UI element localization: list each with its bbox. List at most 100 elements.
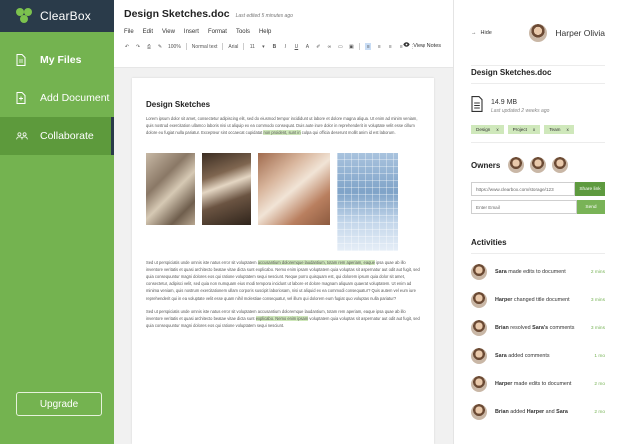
upgrade-button[interactable]: Upgrade [16,392,102,416]
last-edited-text: Last edited 5 minutes ago [235,13,293,19]
sketch-image[interactable] [146,152,195,225]
avatar[interactable] [552,157,569,173]
list-item[interactable]: Sara made edits to document 2 mins [471,264,605,280]
avatar [471,348,487,364]
user-profile[interactable]: Harper Olivia [529,23,605,42]
align-center-icon[interactable]: ≡ [376,43,382,50]
panel-header: → Hide Harper Olivia [471,0,605,66]
align-left-icon[interactable]: ≡ [365,43,372,50]
avatar [471,404,487,420]
avatar[interactable] [508,157,525,173]
activity-time: 1 mo [594,353,605,359]
owners-label: Owners [471,160,501,170]
activity-text: Brian resolved Sara's comments [495,325,575,331]
sketch-image[interactable] [202,152,251,225]
view-notes-button[interactable]: View Notes [403,42,441,49]
activity-text: Sara added comments [495,353,550,359]
activity-time: 3 mins [590,297,605,303]
email-row: Enter Email Send [471,200,605,214]
list-item[interactable]: Harper changed title document 3 mins [471,292,605,308]
print-icon[interactable]: ⎙ [146,43,152,50]
menu-tools[interactable]: Tools [236,29,250,35]
file-info: 14.9 MB Last updated 2 weeks ago [471,96,605,117]
sidebar-item-collaborate[interactable]: Collaborate [0,117,114,155]
tag-remove-icon[interactable]: x [566,127,568,132]
menu-view[interactable]: View [162,29,175,35]
file-icon [16,54,28,66]
activity-text: Brian added Harper and Sara [495,409,568,415]
paragraph: Sed ut perspiciatis unde omnis iste natu… [146,259,420,302]
hide-panel-button[interactable]: → Hide [471,30,492,36]
owner-avatars [508,157,569,173]
tag-label: Project [512,127,527,132]
document-icon [471,96,483,117]
sketch-image[interactable] [337,152,398,251]
paragraph-text: ipsa quae ab illo inventore veritatis et… [146,259,420,301]
redo-icon[interactable]: ↷ [135,43,141,50]
file-title: Design Sketches.doc [471,68,552,77]
italic-icon[interactable]: I [282,43,288,50]
list-item[interactable]: Brian added Harper and Sara 2 mo [471,404,605,420]
image-row [146,152,420,251]
tag[interactable]: Team x [544,125,574,134]
paint-format-icon[interactable]: ✎ [157,43,163,50]
tag[interactable]: Project x [507,125,541,134]
activity-time: 2 mo [594,381,605,387]
menu-help[interactable]: Help [259,29,271,35]
send-button[interactable]: Send [577,200,605,214]
toolbar-divider [243,43,245,50]
paragraph-text: Sed ut perspiciatis unde omnis iste natu… [146,259,257,265]
align-right-icon[interactable]: ≡ [387,43,393,50]
tag-label: Team [549,127,561,132]
highlighted-text[interactable]: explicabo. Nemo enim ipsam [255,316,309,322]
tag-remove-icon[interactable]: x [496,127,498,132]
sidebar-item-add-document[interactable]: Add Document [0,79,114,117]
zoom-select[interactable]: 100% [168,43,181,50]
menu-file[interactable]: File [124,29,134,35]
tag[interactable]: Design x [471,125,504,134]
sketch-image[interactable] [258,152,330,225]
list-item[interactable]: Sara added comments 1 mo [471,348,605,364]
details-panel: → Hide Harper Olivia Design Sketches.doc… [455,0,621,444]
undo-icon[interactable]: ↶ [124,43,130,50]
paragraph: Sed ut perspiciatis unde omnis iste natu… [146,308,420,330]
highlight-icon[interactable]: ✐ [315,43,321,50]
share-link-row: https://www.clearbox.com/storage/123 Sha… [471,182,605,196]
page-heading: Design Sketches [146,100,211,109]
link-icon[interactable]: ∞ [326,43,332,50]
font-size-select[interactable]: 11 [249,43,255,50]
avatar [529,23,548,42]
document-area: Design Sketches.doc Last edited 5 minute… [114,0,454,444]
list-item[interactable]: Brian resolved Sara's comments 3 mins [471,320,605,336]
text-color-icon[interactable]: A [304,43,310,50]
tag-remove-icon[interactable]: x [533,127,535,132]
list-item[interactable]: Harper made edits to document 2 mo [471,376,605,392]
menu-format[interactable]: Format [208,29,227,35]
email-field[interactable]: Enter Email [471,200,577,214]
sidebar-item-my-files[interactable]: My Files [0,41,114,79]
style-select[interactable]: Normal text [192,43,218,50]
add-document-icon [16,92,28,104]
highlighted-text[interactable]: non proident, sunt in [263,130,301,136]
avatar[interactable] [530,157,547,173]
brand-bar: ClearBox [0,0,114,32]
bold-icon[interactable]: B [271,43,277,50]
menu-edit[interactable]: Edit [143,29,153,35]
share-link-button[interactable]: Share link [575,182,605,196]
image-icon[interactable]: ▣ [348,43,354,50]
font-select[interactable]: Arial [228,43,238,50]
activity-time: 3 mins [590,325,605,331]
share-url-field[interactable]: https://www.clearbox.com/storage/123 [471,182,575,196]
owners-section: Owners [471,157,605,173]
comment-icon[interactable]: ▭ [337,43,343,50]
avatar [471,264,487,280]
toolbar-divider [222,43,224,50]
underline-icon[interactable]: U [293,43,299,50]
document-page[interactable]: Design Sketches Lorem ipsum dolor sit am… [132,78,434,444]
chevron-down-icon[interactable]: ▾ [260,43,266,50]
document-title[interactable]: Design Sketches.doc [124,8,230,20]
highlighted-text[interactable]: accusantium doloremque laudantium, totam… [257,259,375,265]
users-icon [16,130,28,142]
activity-text: Harper changed title document [495,297,570,303]
menu-insert[interactable]: Insert [184,29,199,35]
